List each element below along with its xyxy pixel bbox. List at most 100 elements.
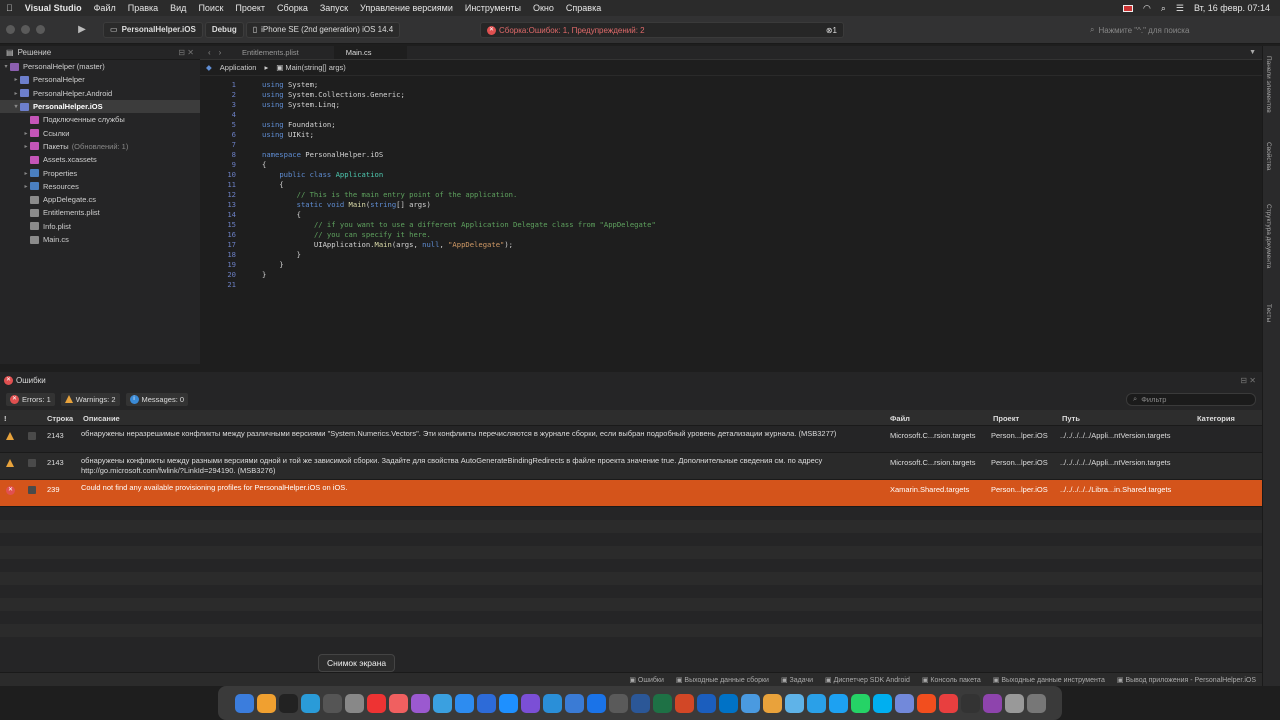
config-selector[interactable]: Debug <box>204 21 244 38</box>
warnings-filter-button[interactable]: Warnings: 2 <box>60 392 120 406</box>
menu-item[interactable]: Проект <box>229 3 271 13</box>
app-icon[interactable] <box>344 693 364 713</box>
app-icon[interactable] <box>454 693 474 713</box>
tree-item[interactable]: ▸ Ссылки <box>0 126 200 139</box>
row-checkbox[interactable] <box>28 432 36 440</box>
menu-item[interactable]: Сборка <box>271 3 314 13</box>
tree-item[interactable]: Подключенные службы <box>0 113 200 126</box>
bottom-pad-tab[interactable]: ▣ Вывод приложения - PersonalHelper.iOS <box>1117 676 1256 684</box>
app-icon[interactable] <box>630 693 650 713</box>
flag-icon[interactable] <box>1122 4 1133 12</box>
app-icon[interactable] <box>1026 693 1046 713</box>
app-icon[interactable] <box>894 693 914 713</box>
app-icon[interactable] <box>652 693 672 713</box>
device-selector[interactable]: ▯ iPhone SE (2nd generation) iOS 14.4 <box>245 21 401 38</box>
col-path[interactable]: Путь <box>1062 414 1080 423</box>
errors-filter-button[interactable]: ✕ Errors: 1 <box>6 392 55 406</box>
build-status[interactable]: ✕ Сборка:Ошибок: 1, Предупреждений: 2 ⊗1 <box>480 22 844 38</box>
back-icon[interactable]: ‹ <box>208 48 211 57</box>
search-icon[interactable]: ⌕ <box>1161 3 1166 14</box>
app-icon[interactable] <box>586 693 606 713</box>
tree-item[interactable]: ▸ PersonalHelper <box>0 73 200 86</box>
menu-item[interactable]: Правка <box>122 3 164 13</box>
app-icon[interactable] <box>542 693 562 713</box>
menu-item[interactable]: Запуск <box>314 3 354 13</box>
col-description[interactable]: Описание <box>83 414 120 423</box>
app-icon[interactable] <box>410 693 430 713</box>
tree-item[interactable]: ▸ Properties <box>0 166 200 179</box>
tab-nav[interactable]: ‹ › <box>200 48 230 57</box>
app-icon[interactable] <box>366 693 386 713</box>
app-icon[interactable] <box>520 693 540 713</box>
menu-item[interactable]: Инструменты <box>459 3 527 13</box>
menu-item[interactable]: Управление версиями <box>354 3 459 13</box>
app-menu[interactable]: Visual Studio <box>19 3 88 13</box>
row-checkbox[interactable] <box>28 459 36 467</box>
app-icon[interactable] <box>982 693 1002 713</box>
app-icon[interactable] <box>300 693 320 713</box>
right-panel-tab[interactable]: Структура документа <box>1265 204 1272 268</box>
tab-menu-icon[interactable]: ▼ <box>1249 49 1262 56</box>
run-button[interactable]: ▶ <box>73 22 91 38</box>
right-panel-tab[interactable]: Свойства <box>1265 142 1272 171</box>
table-row[interactable]: 2143 обнаружены неразрешимые конфликты ме… <box>0 426 1262 453</box>
tree-item[interactable]: ▸ Resources <box>0 180 200 193</box>
app-icon[interactable] <box>1004 693 1024 713</box>
control-center-icon[interactable]: ☰ <box>1176 3 1184 14</box>
bottom-pad-tab[interactable]: ▣ Ошибки <box>629 676 664 684</box>
app-icon[interactable] <box>960 693 980 713</box>
bottom-pad-tab[interactable]: ▣ Консоль пакета <box>922 676 981 684</box>
code-area[interactable]: 1 using System; 2 using System.Collections.… <box>200 78 1262 364</box>
bottom-pad-tab[interactable]: ▣ Выходные данные инструмента <box>993 676 1105 684</box>
app-icon[interactable] <box>696 693 716 713</box>
app-icon[interactable] <box>432 693 452 713</box>
chevron-icon[interactable]: ▸ <box>22 183 30 190</box>
tree-item[interactable]: Entitlements.plist <box>0 206 200 219</box>
messages-filter-button[interactable]: i Messages: 0 <box>125 392 189 406</box>
col-severity[interactable]: ! <box>4 414 7 423</box>
col-line[interactable]: Строка <box>47 414 73 423</box>
app-icon[interactable] <box>498 693 518 713</box>
close-window-button[interactable] <box>6 25 15 34</box>
breadcrumb-class[interactable]: Application <box>220 63 257 72</box>
col-file[interactable]: Файл <box>890 414 910 423</box>
menu-item[interactable]: Поиск <box>192 3 229 13</box>
right-panel-tab[interactable]: Тесты <box>1265 304 1272 322</box>
zoom-window-button[interactable] <box>36 25 45 34</box>
apple-icon[interactable]:  <box>0 3 19 13</box>
pad-controls[interactable]: ⊟ ✕ <box>1240 376 1262 385</box>
bottom-pad-tab[interactable]: ▣ Выходные данные сборки <box>676 676 769 684</box>
col-category[interactable]: Категория <box>1197 414 1235 423</box>
bottom-pad-tab[interactable]: ▣ Задачи <box>781 676 813 684</box>
chevron-icon[interactable]: ▸ <box>12 76 20 83</box>
chevron-icon[interactable]: ▸ <box>22 170 30 177</box>
chevron-icon[interactable]: ▾ <box>2 63 10 70</box>
app-icon[interactable] <box>564 693 584 713</box>
tree-item[interactable]: Info.plist <box>0 220 200 233</box>
pad-controls[interactable]: ⊟ ✕ <box>178 48 200 57</box>
menu-item[interactable]: Файл <box>88 3 122 13</box>
app-icon[interactable] <box>938 693 958 713</box>
filter-input[interactable]: ⌕ Фильтр <box>1126 392 1256 406</box>
datetime[interactable]: Вт, 16 февр. 07:14 <box>1194 3 1270 13</box>
menu-item[interactable]: Справка <box>560 3 607 13</box>
chevron-icon[interactable]: ▸ <box>22 143 30 150</box>
right-panel-tab[interactable]: Панели элементов <box>1265 56 1272 113</box>
app-icon[interactable] <box>476 693 496 713</box>
forward-icon[interactable]: › <box>219 48 222 57</box>
tree-item[interactable]: AppDelegate.cs <box>0 193 200 206</box>
app-icon[interactable] <box>806 693 826 713</box>
app-icon[interactable] <box>850 693 870 713</box>
app-icon[interactable] <box>784 693 804 713</box>
chevron-icon[interactable]: ▸ <box>12 90 20 97</box>
minimize-window-button[interactable] <box>21 25 30 34</box>
app-icon[interactable] <box>388 693 408 713</box>
app-icon[interactable] <box>278 693 298 713</box>
app-icon[interactable] <box>256 693 276 713</box>
app-icon[interactable] <box>322 693 342 713</box>
app-icon[interactable] <box>608 693 628 713</box>
global-search[interactable]: ⌕ Нажмите "^." для поиска <box>1090 22 1270 38</box>
row-checkbox[interactable] <box>28 486 36 494</box>
tab-entitlements[interactable]: Entitlements.plist <box>230 45 334 59</box>
menu-item[interactable]: Вид <box>164 3 192 13</box>
